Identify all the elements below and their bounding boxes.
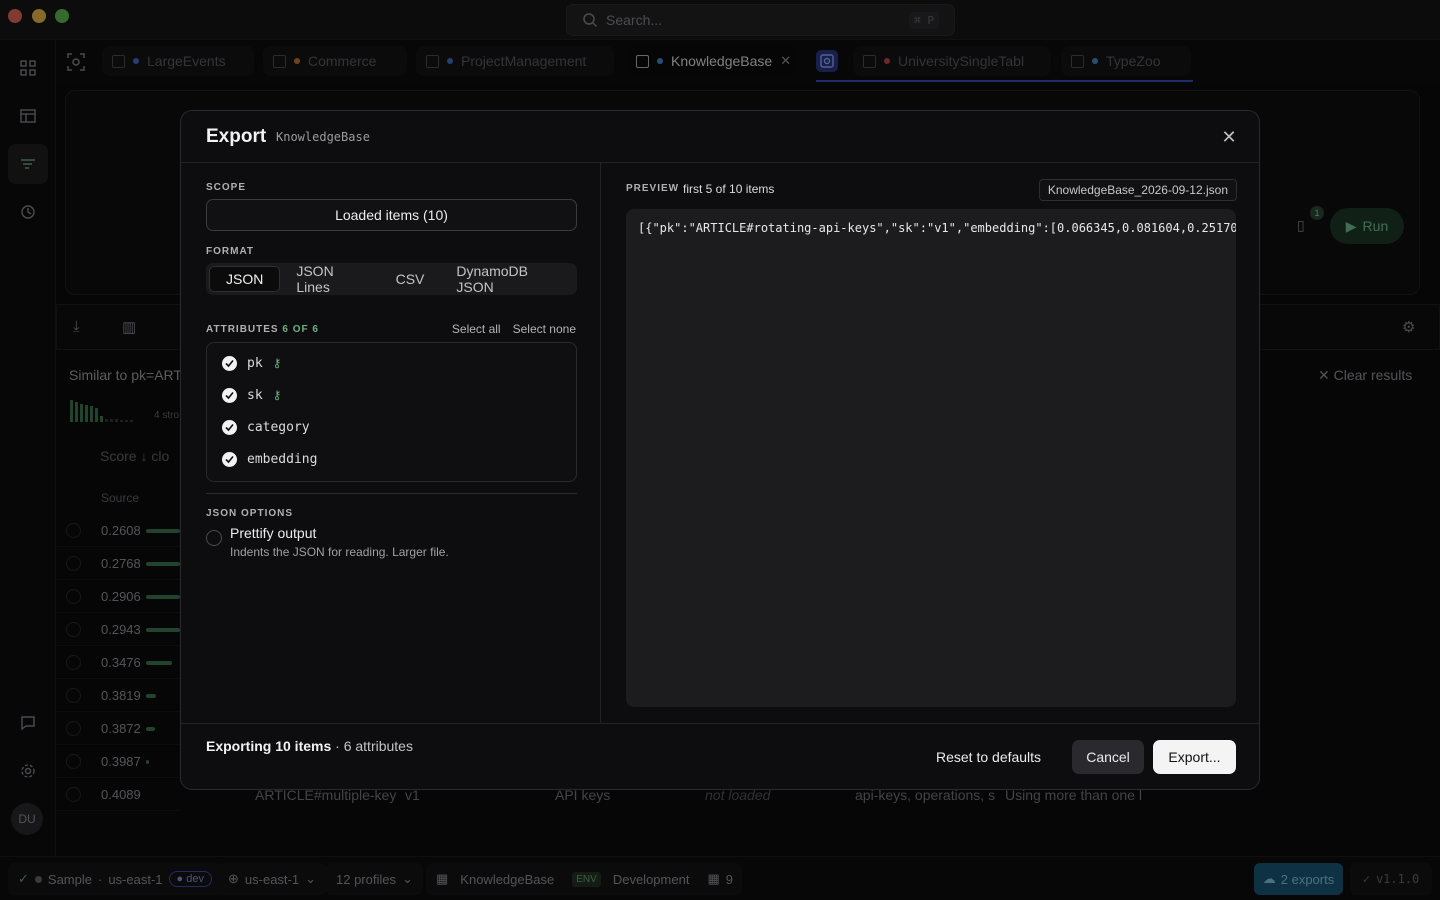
attribute-category[interactable]: category <box>222 417 310 437</box>
app-window: Search... ⌘ P DU LargeEvents Commerce Pr… <box>0 0 1440 900</box>
attribute-embedding[interactable]: embedding <box>222 449 317 469</box>
attributes-count: 6 OF 6 <box>282 324 319 335</box>
export-summary: Exporting 10 items · 6 attributes <box>206 738 413 754</box>
attribute-selection-links: Select all Select none <box>452 322 576 336</box>
format-json-lines[interactable]: JSON Lines <box>280 263 379 295</box>
divider <box>206 493 577 494</box>
key-icon: ⚷ <box>272 356 282 370</box>
close-icon[interactable]: ✕ <box>1219 127 1239 147</box>
scope-label: SCOPE <box>206 182 247 193</box>
format-segmented-control: JSON JSON Lines CSV DynamoDB JSON <box>206 263 577 295</box>
summary-count: Exporting 10 items <box>206 738 332 754</box>
dialog-subtitle: KnowledgeBase <box>276 130 370 144</box>
dialog-footer: Exporting 10 items · 6 attributes Reset … <box>181 723 1259 789</box>
filename-field[interactable]: KnowledgeBase_2026-09-12.json <box>1038 179 1237 201</box>
checkbox-checked[interactable] <box>222 387 237 403</box>
checkbox-checked[interactable] <box>222 451 237 467</box>
prettify-checkbox[interactable] <box>206 530 222 546</box>
preview-code-box[interactable]: [{"pk":"ARTICLE#rotating-api-keys","sk":… <box>626 209 1236 707</box>
format-json[interactable]: JSON <box>209 266 281 292</box>
format-label: FORMAT <box>206 246 255 257</box>
export-button[interactable]: Export... <box>1153 740 1236 774</box>
attributes-list: pk ⚷ sk ⚷ category embedding <box>206 342 577 482</box>
key-icon: ⚷ <box>272 388 282 402</box>
cancel-button[interactable]: Cancel <box>1072 740 1144 774</box>
attribute-name: embedding <box>247 451 318 467</box>
export-settings: SCOPE Loaded items (10) FORMAT JSON JSON… <box>181 163 601 723</box>
summary-attributes: · 6 attributes <box>331 738 413 754</box>
reset-defaults-button[interactable]: Reset to defaults <box>936 740 1041 774</box>
preview-label: PREVIEW <box>626 183 680 194</box>
select-all-link[interactable]: Select all <box>452 322 501 336</box>
json-options-label: JSON OPTIONS <box>206 508 294 519</box>
attributes-label-text: ATTRIBUTES <box>206 324 279 335</box>
dialog-header: Export KnowledgeBase ✕ <box>181 111 1259 163</box>
prettify-title[interactable]: Prettify output <box>230 525 316 541</box>
preview-code: [{"pk":"ARTICLE#rotating-api-keys","sk":… <box>638 221 1236 235</box>
attribute-name: sk <box>247 387 263 403</box>
export-preview: PREVIEW first 5 of 10 items KnowledgeBas… <box>601 163 1259 723</box>
select-none-link[interactable]: Select none <box>513 322 576 336</box>
checkbox-checked[interactable] <box>222 355 237 371</box>
attributes-label: ATTRIBUTES 6 OF 6 <box>206 324 319 335</box>
dialog-title: Export <box>206 126 267 147</box>
scope-select[interactable]: Loaded items (10) <box>206 199 577 231</box>
prettify-description: Indents the JSON for reading. Larger fil… <box>230 545 449 559</box>
format-csv[interactable]: CSV <box>380 266 441 292</box>
attribute-pk[interactable]: pk ⚷ <box>222 353 281 373</box>
export-dialog: Export KnowledgeBase ✕ SCOPE Loaded item… <box>180 110 1260 790</box>
attribute-name: category <box>247 419 310 435</box>
attribute-sk[interactable]: sk ⚷ <box>222 385 281 405</box>
checkbox-checked[interactable] <box>222 419 237 435</box>
format-dynamodb-json[interactable]: DynamoDB JSON <box>440 263 574 295</box>
preview-subtitle: first 5 of 10 items <box>683 182 775 196</box>
attribute-name: pk <box>247 355 263 371</box>
